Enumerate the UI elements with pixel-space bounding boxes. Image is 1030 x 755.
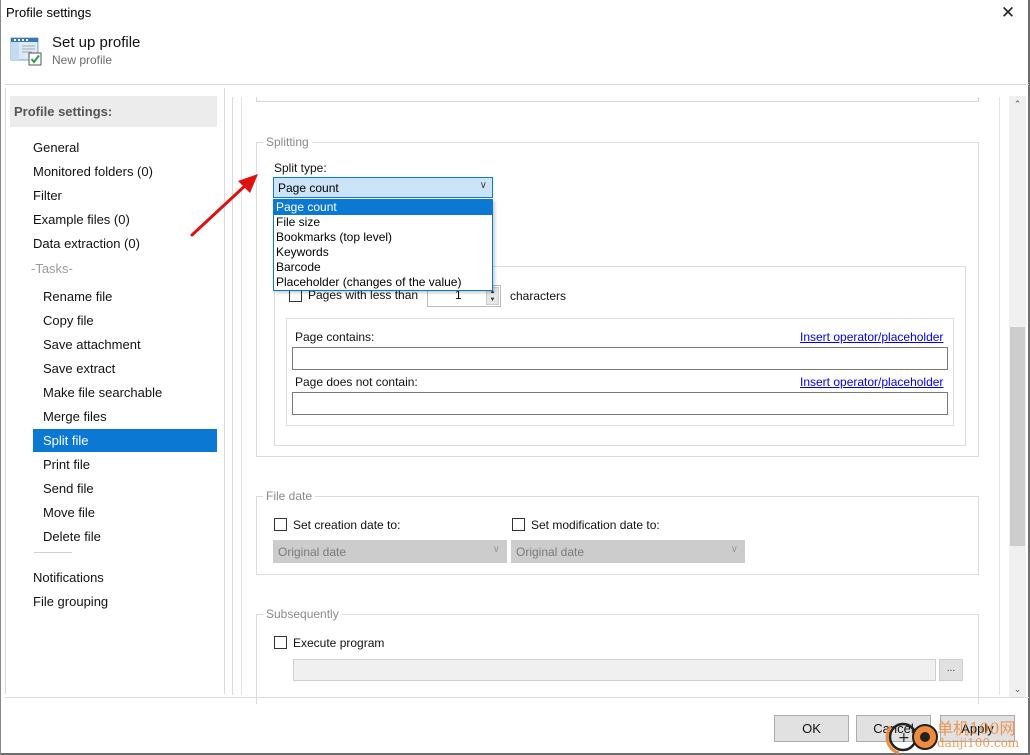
subsequently-legend: Subsequently bbox=[263, 607, 342, 621]
modification-date-checkbox[interactable] bbox=[512, 518, 525, 531]
splitting-legend: Splitting bbox=[263, 135, 312, 149]
scroll-thumb[interactable] bbox=[1010, 327, 1025, 546]
split-type-option-keywords[interactable]: Keywords bbox=[274, 245, 492, 260]
header-title: Set up profile bbox=[52, 34, 141, 51]
sidebar-item-file-grouping[interactable]: File grouping bbox=[33, 590, 217, 613]
execute-program-label: Execute program bbox=[293, 636, 385, 650]
sidebar: Profile settings: General Monitored fold… bbox=[5, 88, 225, 694]
page-header: Set up profile New profile bbox=[1, 28, 1029, 84]
sidebar-item-general[interactable]: General bbox=[33, 136, 217, 159]
creation-date-label: Set creation date to: bbox=[293, 518, 401, 532]
chevron-down-icon: ∨ bbox=[479, 180, 487, 191]
sidebar-item-rename-file[interactable]: Rename file bbox=[33, 285, 217, 308]
browse-program-button[interactable]: ... bbox=[939, 659, 963, 681]
cancel-button[interactable]: Cancel bbox=[856, 715, 931, 742]
window-title: Profile settings bbox=[6, 5, 92, 20]
sidebar-item-move-file[interactable]: Move file bbox=[33, 501, 217, 524]
sidebar-item-save-extract[interactable]: Save extract bbox=[33, 357, 217, 380]
split-type-option-barcode[interactable]: Barcode bbox=[274, 260, 492, 275]
profile-settings-window: Profile settings ✕ Set up profile New pr… bbox=[0, 0, 1030, 755]
split-type-option-placeholder[interactable]: Placeholder (changes of the value) bbox=[274, 275, 492, 290]
sidebar-item-print-file[interactable]: Print file bbox=[33, 453, 217, 476]
file-date-group: File date bbox=[256, 489, 979, 575]
close-button[interactable]: ✕ bbox=[993, 3, 1023, 23]
profile-settings-icon bbox=[10, 37, 42, 66]
split-type-value: Page count bbox=[278, 181, 339, 195]
chevron-down-icon: ∨ bbox=[492, 544, 500, 555]
execute-program-checkbox[interactable] bbox=[274, 636, 287, 649]
modification-date-label: Set modification date to: bbox=[531, 518, 660, 532]
sidebar-item-split-file[interactable]: Split file bbox=[33, 429, 217, 452]
file-date-legend: File date bbox=[263, 489, 316, 503]
sidebar-item-filter[interactable]: Filter bbox=[33, 184, 217, 207]
program-path-input[interactable] bbox=[293, 659, 936, 681]
page-contains-input[interactable] bbox=[292, 347, 948, 370]
header-divider bbox=[5, 84, 1029, 85]
creation-date-value: Original date bbox=[278, 545, 347, 559]
split-type-label: Split type: bbox=[274, 161, 327, 175]
sidebar-item-delete-file[interactable]: Delete file bbox=[33, 525, 217, 548]
split-type-option-bookmarks[interactable]: Bookmarks (top level) bbox=[274, 230, 492, 245]
ok-button[interactable]: OK bbox=[774, 715, 849, 742]
page-not-contain-label: Page does not contain: bbox=[295, 375, 418, 389]
scroll-down-icon[interactable]: ⌄ bbox=[1009, 681, 1026, 698]
chevron-down-icon: ∨ bbox=[730, 544, 738, 555]
sidebar-item-copy-file[interactable]: Copy file bbox=[33, 309, 217, 332]
apply-button[interactable]: Apply bbox=[940, 715, 1015, 742]
tasks-section-label: -Tasks- bbox=[31, 261, 73, 276]
header-subtitle: New profile bbox=[52, 53, 113, 67]
creation-date-select[interactable]: Original date ∨ bbox=[273, 540, 507, 563]
creation-date-checkbox[interactable] bbox=[274, 518, 287, 531]
split-type-option-page-count[interactable]: Page count bbox=[274, 200, 492, 215]
sidebar-divider bbox=[34, 552, 72, 553]
previous-group-border bbox=[256, 101, 979, 102]
split-type-option-file-size[interactable]: File size bbox=[274, 215, 492, 230]
sidebar-item-example-files[interactable]: Example files (0) bbox=[33, 208, 217, 231]
split-type-select[interactable]: Page count ∨ bbox=[273, 177, 493, 198]
modification-date-select[interactable]: Original date ∨ bbox=[511, 540, 745, 563]
characters-label: characters bbox=[510, 289, 567, 303]
sidebar-item-merge-files[interactable]: Merge files bbox=[33, 405, 217, 428]
sidebar-item-monitored-folders[interactable]: Monitored folders (0) bbox=[33, 160, 217, 183]
sidebar-item-save-attachment[interactable]: Save attachment bbox=[33, 333, 217, 356]
page-contains-label: Page contains: bbox=[295, 330, 375, 344]
sidebar-item-notifications[interactable]: Notifications bbox=[33, 566, 217, 589]
scroll-up-icon[interactable]: ⌃ bbox=[1009, 96, 1026, 113]
sidebar-item-make-file-searchable[interactable]: Make file searchable bbox=[33, 381, 217, 404]
page-not-contain-input[interactable] bbox=[292, 392, 948, 415]
footer-divider bbox=[5, 697, 1029, 698]
split-type-dropdown-list: Page count File size Bookmarks (top leve… bbox=[273, 199, 493, 291]
title-bar: Profile settings ✕ bbox=[1, 0, 1029, 26]
content-scrollbar[interactable]: ⌃ ⌄ bbox=[1009, 96, 1026, 698]
sidebar-heading: Profile settings: bbox=[10, 96, 217, 127]
stepper-down-icon[interactable]: ▼ bbox=[487, 296, 498, 304]
close-icon: ✕ bbox=[1000, 3, 1016, 22]
sidebar-item-send-file[interactable]: Send file bbox=[33, 477, 217, 500]
sidebar-item-data-extraction[interactable]: Data extraction (0) bbox=[33, 232, 217, 255]
insert-operator-link-contains[interactable]: Insert operator/placeholder bbox=[800, 330, 943, 344]
modification-date-value: Original date bbox=[516, 545, 585, 559]
insert-operator-link-not-contain[interactable]: Insert operator/placeholder bbox=[800, 375, 943, 389]
